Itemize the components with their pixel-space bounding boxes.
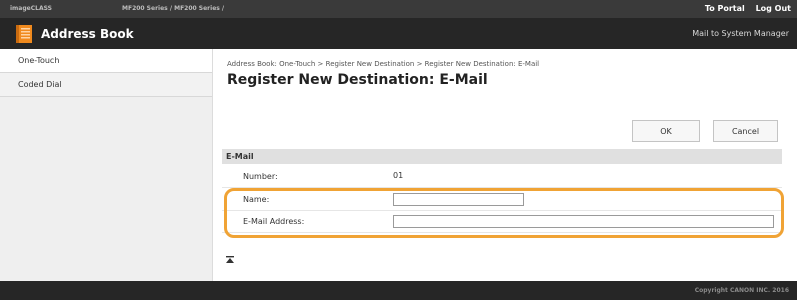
ok-button[interactable]: OK (632, 120, 700, 142)
app-header: Address Book Mail to System Manager (0, 18, 797, 49)
mail-to-system-manager-link[interactable]: Mail to System Manager (692, 29, 789, 38)
to-portal-link[interactable]: To Portal (705, 4, 745, 13)
to-top-icon[interactable] (225, 255, 235, 265)
page-title: Register New Destination: E-Mail (227, 72, 488, 88)
number-label: Number: (243, 172, 278, 181)
device-model: MF200 Series / MF200 Series / (122, 5, 225, 12)
breadcrumb: Address Book: One-Touch > Register New D… (227, 60, 540, 68)
footer: Copyright CANON INC. 2016 (0, 281, 797, 300)
sidebar: One-Touch Coded Dial (0, 49, 213, 281)
main-content: Address Book: One-Touch > Register New D… (213, 49, 797, 281)
sidebar-item-one-touch[interactable]: One-Touch (0, 49, 212, 73)
copyright-text: Copyright CANON INC. 2016 (694, 287, 789, 294)
highlight-outline (224, 188, 784, 238)
address-book-icon (16, 25, 32, 43)
section-header-email: E-Mail (222, 149, 782, 164)
log-out-link[interactable]: Log Out (756, 4, 791, 13)
number-value: 01 (393, 171, 404, 180)
top-links: To Portal Log Out (697, 4, 791, 13)
product-name: imageCLASS (10, 5, 52, 12)
top-bar: imageCLASS MF200 Series / MF200 Series /… (0, 0, 797, 18)
cancel-button[interactable]: Cancel (713, 120, 778, 142)
sidebar-item-coded-dial[interactable]: Coded Dial (0, 73, 212, 97)
app-title: Address Book (41, 27, 134, 41)
